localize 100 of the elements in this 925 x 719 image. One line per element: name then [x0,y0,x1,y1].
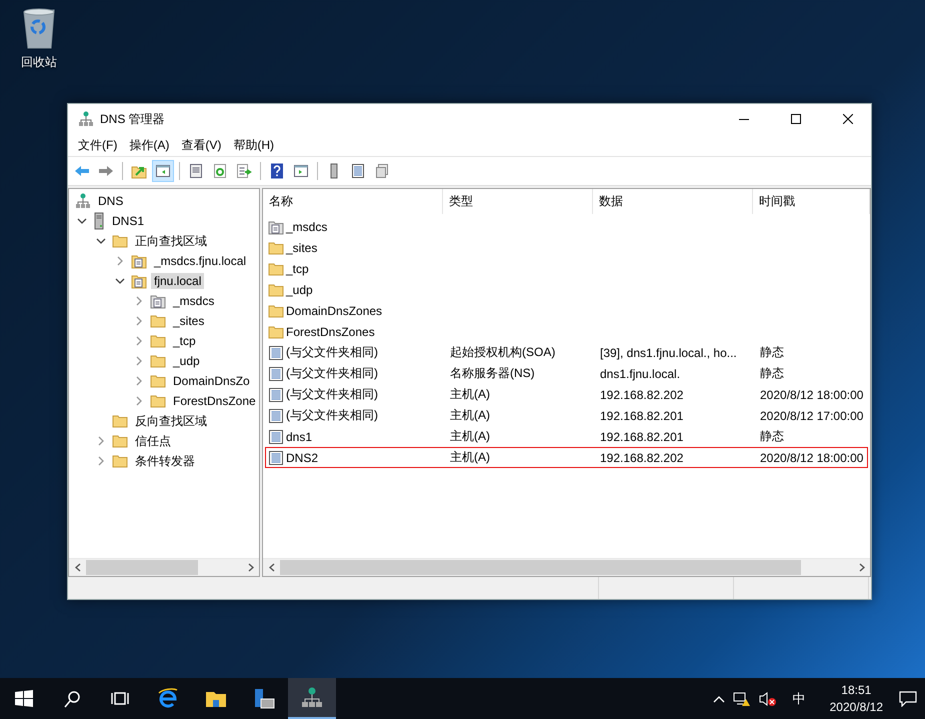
table-row[interactable]: (与父文件夹相同) 主机(A) 192.168.82.201 2020/8/12 17:00:00 [265,405,868,426]
table-row[interactable]: _sites [265,237,868,258]
table-cell-text: 名称服务器(NS) [449,365,536,382]
expand-chevron-icon[interactable] [98,456,104,466]
collapse-chevron-icon[interactable] [115,278,125,284]
table-row[interactable]: (与父文件夹相同) 主机(A) 192.168.82.202 2020/8/12 18:00:00 [265,384,868,405]
folder-icon [150,354,166,368]
tree-item[interactable]: DNS1 [109,213,148,229]
clock-date[interactable]: 2020/8/12 [830,698,883,716]
record-icon [268,386,284,402]
server-icon [93,212,105,230]
tree-item[interactable]: 条件转发器 [132,452,198,470]
folder-icon [112,234,128,248]
record-icon [268,408,284,424]
folder-icon [150,334,166,348]
table-row[interactable]: _tcp [265,258,868,279]
folder-icon [268,324,284,338]
minimize-icon [739,118,749,120]
table-row[interactable]: DomainDnsZones [265,300,868,321]
table-cell-text: 192.168.82.201 [599,408,684,422]
scrollbar-thumb[interactable] [280,560,802,575]
expand-chevron-icon[interactable] [98,436,104,446]
expand-chevron-icon[interactable] [136,336,142,346]
table-cell-text: 2020/8/12 18:00:00 [759,450,864,464]
recycle-bin-icon[interactable] [21,6,57,50]
tree-item[interactable]: _msdcs [170,293,218,309]
expand-chevron-icon[interactable] [136,316,142,326]
table-cell-text: 起始授权机构(SOA) [449,344,556,361]
scroll-left-icon[interactable] [74,563,80,572]
refresh-icon [212,163,228,179]
column-header[interactable]: 类型 [443,189,593,214]
tree-item[interactable]: _udp [170,353,203,369]
table-cell-text: 静态 [759,344,785,361]
table-row[interactable]: _msdcs [265,216,868,237]
table-row[interactable]: (与父文件夹相同) 起始授权机构(SOA) [39], dns1.fjnu.local., ho... 静态 [265,342,868,363]
properties-icon [188,163,204,179]
folder-icon [268,304,284,318]
tree-item[interactable]: 信任点 [132,432,174,450]
table-cell-text: 2020/8/12 18:00:00 [759,388,864,402]
notification-icon[interactable] [899,690,917,706]
expand-chevron-icon[interactable] [136,296,142,306]
chevron-up-icon[interactable] [712,694,725,702]
scroll-left-icon[interactable] [268,563,274,572]
folder-icon [268,282,284,296]
desktop-icon-label[interactable]: 回收站 [21,54,57,71]
collapse-chevron-icon[interactable] [96,238,106,244]
record-icon [268,428,284,444]
table-row[interactable]: dns1 主机(A) 192.168.82.201 静态 [265,426,868,447]
table-row[interactable]: (与父文件夹相同) 名称服务器(NS) dns1.fjnu.local. 静态 [265,363,868,384]
folder-icon [150,314,166,328]
column-header[interactable]: 时间戳 [753,189,870,214]
table-cell: dns1 [286,430,312,444]
tree-item[interactable]: 反向查找区域 [132,412,210,430]
tree-item[interactable]: _sites [170,313,208,329]
tree-item[interactable]: _msdcs.fjnu.local [151,253,250,269]
folder-icon [112,454,128,468]
table-row[interactable]: _udp [265,279,868,300]
collapse-chevron-icon[interactable] [77,218,87,224]
expand-chevron-icon[interactable] [116,256,124,266]
record-icon [268,366,284,382]
clock-time[interactable]: 18:51 [841,682,872,698]
zone-icon [131,273,147,289]
speaker-muted-icon[interactable] [758,690,777,706]
export-list-icon [236,163,252,179]
close-icon [843,114,853,124]
input-method-indicator[interactable]: 中 [784,690,814,708]
expand-chevron-icon[interactable] [136,396,142,406]
expand-chevron-icon[interactable] [136,356,142,366]
table-cell-text: 192.168.82.201 [599,430,684,444]
table-cell: _tcp [286,262,309,276]
table-cell: _udp [286,282,313,296]
column-header[interactable]: 名称 [263,189,443,214]
network-warning-icon[interactable] [732,690,751,706]
back-arrow-icon [74,163,90,179]
expand-chevron-icon[interactable] [136,376,142,386]
tree-item[interactable]: ForestDnsZone [170,393,259,409]
toolbar-button[interactable] [152,160,174,182]
table-cell: ForestDnsZones [286,324,375,338]
network-icon [300,686,324,710]
tree-item[interactable]: _tcp [170,333,199,349]
tree-item[interactable]: 正向查找区域 [132,232,210,250]
menu-item[interactable]: 帮助(H) [227,134,280,156]
folder-icon [150,394,166,408]
table-row[interactable]: ForestDnsZones [265,321,868,342]
column-header[interactable]: 数据 [593,189,753,214]
menu-item[interactable]: 查看(V) [175,134,228,156]
tree-item[interactable]: DomainDnsZo [170,373,253,389]
maximize-icon [791,114,801,124]
tree-item[interactable]: fjnu.local [151,273,204,289]
menu-item[interactable]: 操作(A) [123,134,176,156]
folder-icon [150,374,166,388]
menu-item[interactable]: 文件(F) [72,134,124,156]
scroll-right-icon[interactable] [858,563,864,572]
zone-icon [131,253,147,269]
scrollbar-thumb[interactable] [86,560,198,575]
folder-icon [268,240,284,254]
zone-icon [150,293,166,309]
highlight-outline[interactable]: DNS2 主机(A) 192.168.82.202 2020/8/12 18:00:00 [265,447,868,468]
tree-item[interactable]: DNS [95,193,126,209]
scroll-right-icon[interactable] [248,563,254,572]
